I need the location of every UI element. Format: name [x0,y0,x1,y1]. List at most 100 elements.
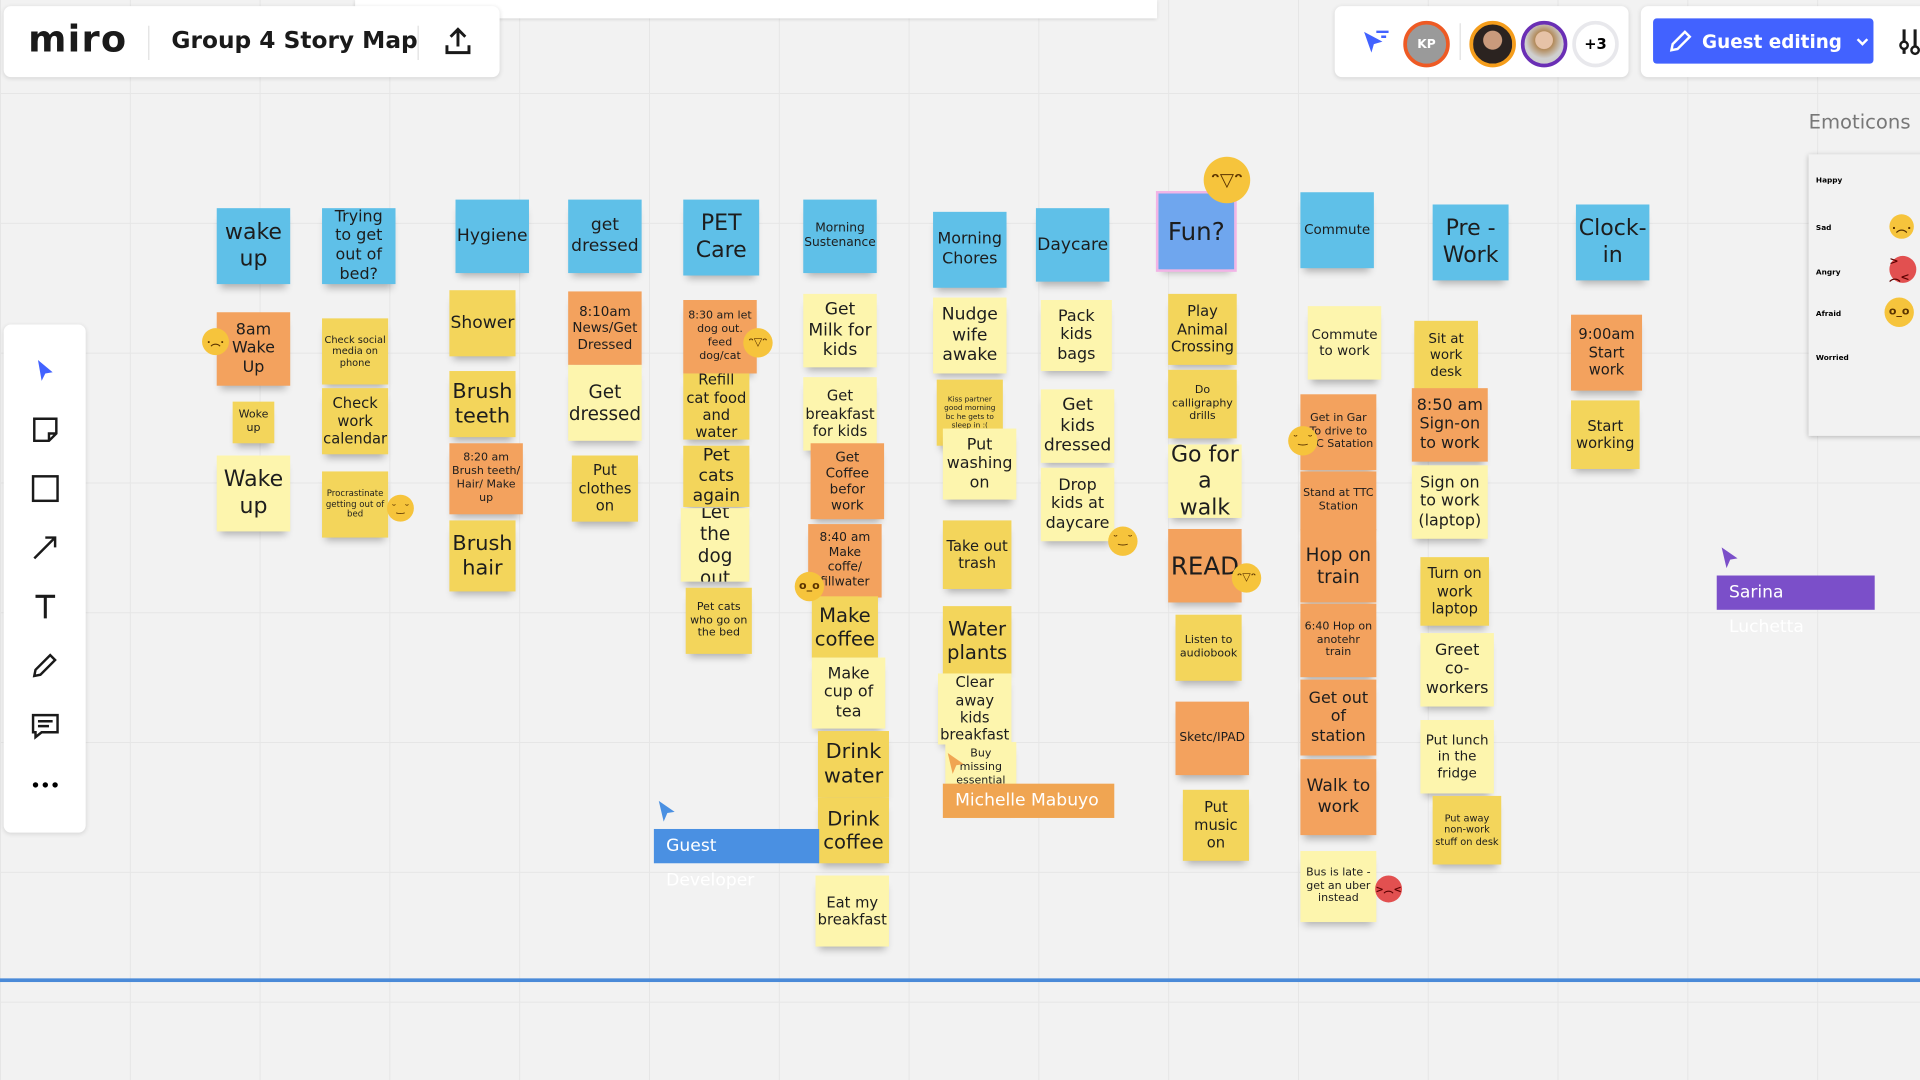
sticky-note[interactable]: Nudge wife awake [933,297,1007,374]
sticky-note[interactable]: Sketc/IPAD [1175,701,1249,776]
sticky-note[interactable]: Play Animal Crossing [1168,293,1237,365]
sticky-note[interactable]: Put washing on [942,428,1017,500]
sticky-note[interactable]: Refill cat food and water [683,373,750,440]
grin-emoji-icon[interactable]: ᵔ▽ᵔ [1231,563,1262,593]
sticky-note[interactable]: Clear away kids breakfast [937,673,1012,745]
sticky-note[interactable]: 8:50 am Sign-on to work [1411,388,1488,462]
sticky-note[interactable]: Turn on work laptop [1420,557,1489,626]
guest-editing-button[interactable]: Guest editing [1653,18,1874,64]
sticky-note[interactable]: Brush hair [449,520,516,592]
afraid-emoji-icon[interactable]: o_o [794,571,825,602]
comment-tool[interactable] [26,707,65,746]
sticky-note[interactable]: Put away non-work stuff on desk [1432,795,1502,865]
emoticons-frame-title[interactable]: Emoticons [1809,110,1911,133]
content-emoji-icon[interactable]: ˘‿˘ [1108,526,1138,556]
sticky-note[interactable]: Pack kids bags [1040,300,1112,372]
sticky-note[interactable]: 8:10am News/Get Dressed [568,291,642,365]
angry-emoji-icon[interactable]: >︵< [1375,875,1403,903]
sticky-note[interactable]: Walk to work [1300,759,1377,836]
sad-emoji-icon[interactable]: ·︵· [1889,214,1914,239]
content-emoji-icon[interactable]: ˘‿˘ [1288,426,1318,456]
content-emoji-icon[interactable]: ˘‿˘ [386,494,414,522]
sticky-note-tool[interactable] [26,410,65,449]
angry-emoji-icon[interactable]: >︵< [1889,255,1917,283]
upload-icon[interactable] [442,26,474,58]
activity-header-note[interactable]: Clock-in [1575,204,1650,281]
sticky-note[interactable]: Put music on [1182,789,1249,861]
sticky-note[interactable]: Stand at TTC Station [1300,471,1377,531]
activity-header-note[interactable]: Pre - Work [1432,204,1509,281]
sticky-note[interactable]: Wake up [216,455,291,532]
sticky-note[interactable]: READ [1168,528,1242,603]
sticky-note[interactable]: 9:00am Start work [1571,314,1643,391]
sticky-note[interactable]: 6:40 Hop on anotehr train [1300,603,1377,678]
sticky-note[interactable]: Go for a walk [1168,444,1242,518]
more-collaborators[interactable]: +3 [1572,20,1619,68]
sticky-note[interactable]: Pet cats again [683,445,750,507]
activity-header-note[interactable]: Morning Sustenance [803,199,877,274]
sticky-note[interactable]: Make cup of tea [811,657,886,729]
sticky-note[interactable]: Water plants [942,606,1012,675]
sticky-note[interactable]: Drop kids at daycare [1040,467,1115,542]
sticky-note[interactable]: Listen to audiobook [1175,614,1242,681]
select-tool[interactable] [26,351,65,390]
miro-logo[interactable]: miro [28,18,127,61]
sticky-note[interactable]: Let the dog out [680,508,750,582]
avatar[interactable] [1469,20,1516,68]
board-title[interactable]: Group 4 Story Map [171,27,417,54]
activity-header-note[interactable]: Morning Chores [933,211,1007,288]
sticky-note[interactable]: Drink water [817,731,889,798]
text-tool[interactable] [26,587,65,626]
sticky-note[interactable]: Procrastinate getting out of bed [322,471,389,538]
sticky-note[interactable]: Put clothes on [571,455,638,522]
sticky-note[interactable]: Get Coffee befor work [810,443,885,520]
grin-emoji-icon[interactable]: ᵔ▽ᵔ [743,328,773,358]
sticky-note[interactable]: Do calligraphy drills [1168,369,1237,439]
activity-header-note[interactable]: Trying to get out of bed? [322,208,396,285]
sticky-note[interactable]: Get out of station [1300,679,1377,756]
sticky-note[interactable]: Woke up [232,401,275,444]
rectangle-tool[interactable] [26,469,65,508]
sticky-note[interactable]: Make coffee [811,596,878,658]
activity-header-note[interactable]: Daycare [1035,208,1110,282]
sad-emoji-icon[interactable]: ·︵· [202,328,229,356]
avatar-kp[interactable]: KP [1403,20,1450,68]
sticky-note[interactable]: Hop on train [1300,528,1377,603]
sticky-note[interactable]: Get breakfast for kids [803,377,877,451]
board-canvas[interactable]: miro Group 4 Story Map KP +3 Guest editi… [0,0,1920,1080]
sticky-note[interactable]: Greet co-workers [1420,633,1494,707]
sticky-note[interactable]: Pet cats who go on the bed [685,587,752,654]
sticky-note[interactable]: Bus is late - get an uber instead [1300,851,1377,923]
activity-header-note[interactable]: Commute [1300,192,1374,269]
sticky-note[interactable]: Shower [449,290,516,357]
sticky-note[interactable]: Check work calendar [322,388,389,455]
sticky-note[interactable]: Take out trash [942,520,1012,589]
more-tools[interactable] [26,765,65,804]
activity-header-note[interactable]: wake up [216,208,291,285]
sticky-note[interactable]: Eat my breakfast [815,875,889,947]
sticky-note[interactable]: Start working [1571,400,1640,469]
sticky-note[interactable]: Sit at work desk [1414,320,1478,390]
sticky-note[interactable]: Sign on to work (laptop) [1411,465,1488,539]
sticky-note[interactable]: Put lunch in the fridge [1420,720,1494,794]
settings-sliders-icon[interactable] [1898,27,1920,56]
big-grin-emoji-icon[interactable]: ᵔ▽ᵔ [1203,156,1251,204]
activity-header-note[interactable]: get dressed [568,199,642,274]
sticky-note[interactable]: Get dressed [568,364,642,441]
sticky-note[interactable]: Get kids dressed [1040,389,1115,463]
sticky-note[interactable]: Check social media on phone [322,318,389,385]
pen-tool[interactable] [26,645,65,684]
afraid-emoji-icon[interactable]: o_o [1884,297,1914,327]
sticky-note[interactable]: Brush teeth [449,371,516,438]
activity-header-note[interactable]: Fun? [1155,191,1237,272]
sticky-note[interactable]: 8am Wake Up [216,312,291,386]
sticky-note[interactable]: Commute to work [1307,306,1382,380]
sticky-note[interactable]: Drink coffee [817,797,889,864]
arrow-tool[interactable] [26,528,65,567]
activity-header-note[interactable]: PET Care [683,199,760,276]
sticky-note[interactable]: 8:20 am Brush teeth/ Hair/ Make up [449,443,523,515]
activity-header-note[interactable]: Hygiene [455,199,529,274]
sticky-note[interactable]: Get Milk for kids [803,293,877,368]
avatar[interactable] [1520,20,1568,68]
cursor-filter-icon[interactable] [1362,28,1391,57]
